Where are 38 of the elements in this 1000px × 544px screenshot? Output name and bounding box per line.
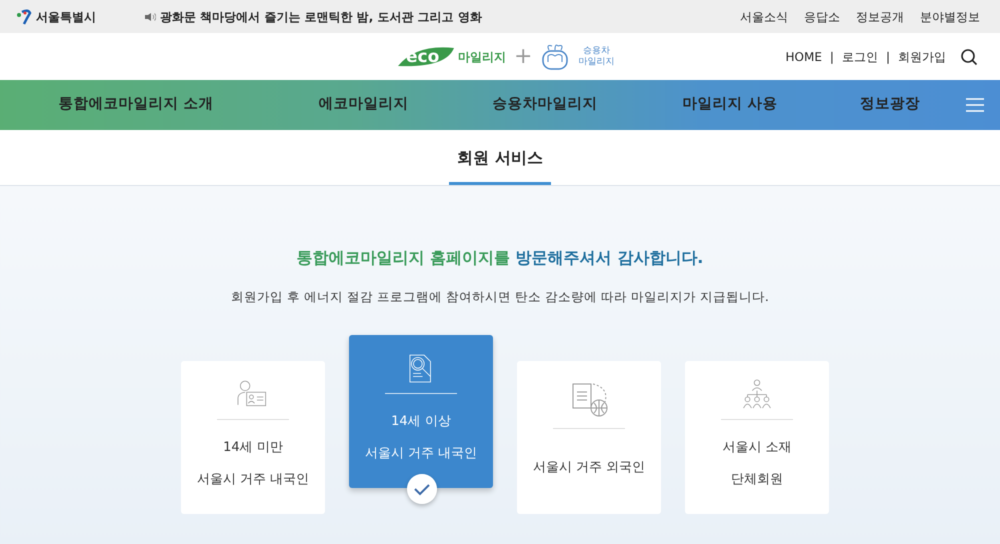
member-type-card[interactable]: 14세 미만 서울시 거주 내국인 xyxy=(181,360,325,514)
city-logo-text[interactable]: 서울특별시 xyxy=(36,8,96,26)
member-type-card[interactable]: 14세 이상 서울시 거주 내국인 xyxy=(349,334,493,488)
search-icon[interactable] xyxy=(960,48,978,66)
car-logo-icon[interactable] xyxy=(540,42,570,72)
top-link[interactable]: 분야별정보 xyxy=(920,8,980,26)
card-label: 서울시 거주 내국인 xyxy=(364,444,478,463)
top-link[interactable]: 응답소 xyxy=(804,8,840,26)
eco-logo-text[interactable]: 마일리지 xyxy=(458,48,506,66)
nav-item[interactable]: 승용차마일리지 xyxy=(492,94,598,116)
nav-item[interactable]: 에코마일리지 xyxy=(318,94,408,116)
car-logo-text[interactable]: 승용차 xyxy=(578,46,614,56)
speaker-icon xyxy=(144,12,156,22)
card-label: 단체회원 xyxy=(730,470,784,489)
card-label: 서울시 거주 내국인 xyxy=(196,470,310,489)
member-type-card[interactable]: 서울시 거주 외국인 xyxy=(517,360,661,514)
top-link[interactable]: 서울소식 xyxy=(740,8,788,26)
util-link[interactable]: 로그인 xyxy=(842,48,878,66)
welcome-description: 회원가입 후 에너지 절감 프로그램에 참여하시면 탄소 감소량에 따라 마일리지가 지급됩니다. xyxy=(231,288,769,306)
separator: | xyxy=(830,48,834,66)
card-label: 서울시 거주 외국인 xyxy=(532,459,646,478)
plus-sign: + xyxy=(514,46,532,68)
card-label: 14세 미만 xyxy=(222,438,284,457)
city-logo-icon[interactable] xyxy=(16,8,32,24)
util-link[interactable]: 회원가입 xyxy=(898,48,946,66)
car-logo-text[interactable]: 마일리지 xyxy=(578,56,614,68)
top-link[interactable]: 정보공개 xyxy=(856,8,904,26)
card-label: 14세 이상 xyxy=(390,412,452,431)
card-label: 서울시 소재 xyxy=(722,438,792,457)
member-type-card[interactable]: 서울시 소재 단체회원 xyxy=(685,360,829,514)
nav-item[interactable]: 마일리지 사용 xyxy=(682,94,778,116)
menu-icon[interactable] xyxy=(966,98,984,112)
welcome-heading: 통합에코마일리지 홈페이지를 방문해주셔서 감사합니다. xyxy=(296,247,704,269)
separator: | xyxy=(886,48,890,66)
nav-item[interactable]: 통합에코마일리지 소개 xyxy=(58,94,214,116)
nav-item[interactable]: 정보광장 xyxy=(860,94,920,116)
notice-link[interactable]: 광화문 책마당에서 즐기는 로맨틱한 밤, 도서관 그리고 영화 xyxy=(160,8,482,26)
util-link[interactable]: HOME xyxy=(786,48,822,66)
